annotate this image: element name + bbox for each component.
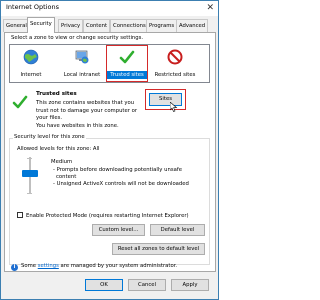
- trusted-sites-check-icon: [12, 95, 28, 109]
- slider-tick: [27, 193, 32, 194]
- ok-button[interactable]: OK: [85, 279, 123, 291]
- level-description-line: - Prompts before downloading potentially…: [53, 167, 182, 173]
- apply-button[interactable]: Apply: [171, 279, 209, 291]
- admin-notice: i Some settings are managed by your syste…: [11, 263, 177, 271]
- settings-link[interactable]: settings: [38, 263, 59, 269]
- slider-thumb[interactable]: [22, 170, 38, 177]
- globe-icon: [23, 49, 39, 65]
- allowed-levels-label: Allowed levels for this zone: All: [17, 146, 100, 152]
- tab-connections[interactable]: Connections: [110, 19, 149, 32]
- zone-restricted-sites[interactable]: Restricted sites: [151, 46, 199, 81]
- tab-privacy[interactable]: Privacy: [58, 19, 84, 32]
- protected-mode-label: Enable Protected Mode (requires restarti…: [26, 213, 189, 219]
- tab-security[interactable]: Security: [27, 17, 55, 33]
- tab-bar: General Security Privacy Content Connect…: [3, 17, 217, 33]
- cancel-button[interactable]: Cancel: [128, 279, 166, 291]
- zone-label: Restricted sites: [154, 72, 196, 78]
- tab-programs[interactable]: Programs: [146, 19, 178, 32]
- zone-label: Local intranet: [63, 72, 101, 78]
- window-title: Internet Options: [6, 3, 59, 11]
- notice-prefix: Some: [21, 263, 38, 269]
- info-icon: i: [11, 264, 18, 271]
- reset-all-zones-button[interactable]: Reset all zones to default level: [112, 243, 205, 255]
- level-description-line: content: [56, 174, 77, 180]
- internet-options-window: Internet Options ✕ General Security Priv…: [0, 0, 219, 300]
- security-level-name: Medium: [51, 159, 73, 165]
- zone-prompt: Select a zone to view or change security…: [11, 35, 144, 41]
- protected-mode-row[interactable]: Enable Protected Mode (requires restarti…: [17, 212, 189, 219]
- protected-mode-checkbox[interactable]: [17, 212, 23, 218]
- checkmark-icon: [119, 50, 135, 64]
- tab-general[interactable]: General: [3, 19, 30, 32]
- close-icon[interactable]: ✕: [206, 1, 214, 15]
- panel-content: Select a zone to view or change security…: [4, 32, 216, 272]
- default-level-button[interactable]: Default level: [150, 224, 205, 236]
- security-level-label: Security level for this zone: [13, 134, 86, 140]
- zone-label: Trusted sites: [107, 71, 147, 79]
- slider-tick: [27, 158, 32, 159]
- tab-advanced[interactable]: Advanced: [176, 19, 209, 32]
- zone-local-intranet[interactable]: Local intranet: [61, 46, 103, 81]
- mouse-cursor-icon: [170, 102, 178, 112]
- zone-trusted-sites[interactable]: Trusted sites: [106, 45, 148, 82]
- title-bar: Internet Options ✕: [1, 1, 218, 16]
- zone-list: Internet Local intranet Trusted sites Re…: [9, 44, 210, 83]
- zone-title: Trusted sites: [36, 91, 77, 97]
- zone-note: You have websites in this zone.: [36, 123, 119, 129]
- tab-content[interactable]: Content: [83, 19, 111, 32]
- custom-level-button[interactable]: Custom level...: [92, 224, 145, 236]
- zone-internet[interactable]: Internet: [13, 46, 49, 81]
- zone-label: Internet: [20, 72, 42, 78]
- level-description-line: - Unsigned ActiveX controls will not be …: [53, 181, 189, 187]
- intranet-icon: [75, 50, 89, 64]
- prohibited-icon: [167, 49, 183, 65]
- notice-suffix: are managed by your system administrator…: [58, 263, 178, 269]
- zone-description: This zone contains websites that you tru…: [36, 100, 138, 121]
